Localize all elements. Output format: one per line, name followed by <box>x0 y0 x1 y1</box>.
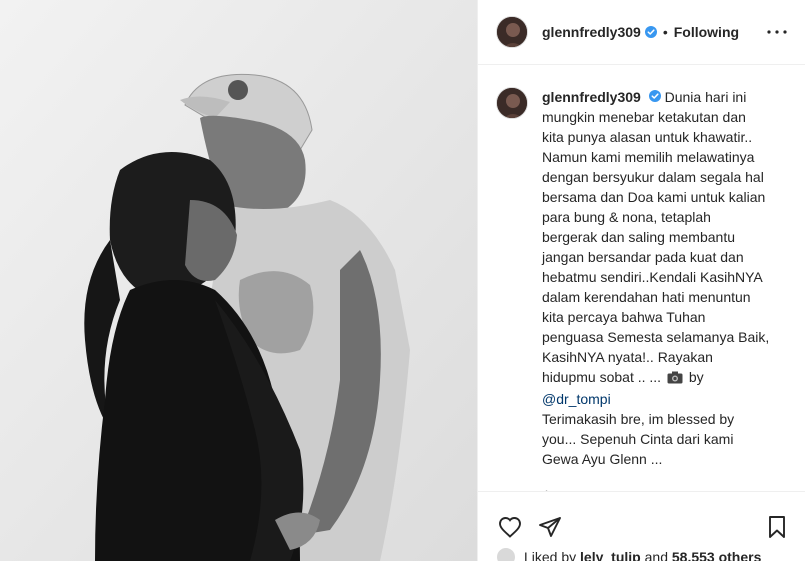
comments-area: glennfredly309 Dunia hari ini mungkin me… <box>478 65 805 491</box>
caption-avatar[interactable] <box>496 87 528 119</box>
likes-prefix: Liked by <box>524 549 577 561</box>
mention-link[interactable]: @dr_tompi <box>542 391 611 407</box>
avatar-image <box>497 88 527 118</box>
verified-badge-icon <box>644 26 657 38</box>
likes-connector: and <box>644 549 668 561</box>
verified-badge-icon <box>648 90 661 102</box>
author-avatar[interactable] <box>496 16 528 48</box>
liker-avatar[interactable] <box>496 547 516 561</box>
more-options-icon[interactable] <box>765 20 789 44</box>
post-photo[interactable] <box>0 0 477 561</box>
likes-count[interactable]: 58,553 others <box>672 549 762 561</box>
instagram-post: glennfredly309 • Following glennfredly30… <box>0 0 805 561</box>
likes-summary: Liked by lely_tulip and 58,553 others <box>496 547 761 561</box>
camera-icon <box>667 369 683 389</box>
by-label: by <box>688 369 704 385</box>
following-button[interactable]: Following <box>674 24 739 40</box>
caption-row: glennfredly309 Dunia hari ini mungkin me… <box>496 87 789 491</box>
author-username[interactable]: glennfredly309 <box>542 24 641 40</box>
action-bar: Liked by lely_tulip and 58,553 others <box>478 491 805 561</box>
paper-plane-icon[interactable] <box>534 511 566 543</box>
caption-body: glennfredly309 Dunia hari ini mungkin me… <box>542 87 770 491</box>
post-photo-image <box>0 0 477 561</box>
header-separator: • <box>662 24 668 40</box>
liker-username[interactable]: lely_tulip <box>580 549 641 561</box>
caption-text: Dunia hari ini mungkin menebar ketakutan… <box>542 89 770 385</box>
heart-icon[interactable] <box>494 511 526 543</box>
caption-text-continued: Terimakasih bre, im blessed by you... Se… <box>542 411 735 467</box>
post-sidebar: glennfredly309 • Following glennfredly30… <box>477 0 805 561</box>
post-header: glennfredly309 • Following <box>478 0 805 65</box>
avatar-image <box>497 17 527 47</box>
bookmark-icon[interactable] <box>761 511 793 543</box>
caption-username[interactable]: glennfredly309 <box>542 89 641 105</box>
